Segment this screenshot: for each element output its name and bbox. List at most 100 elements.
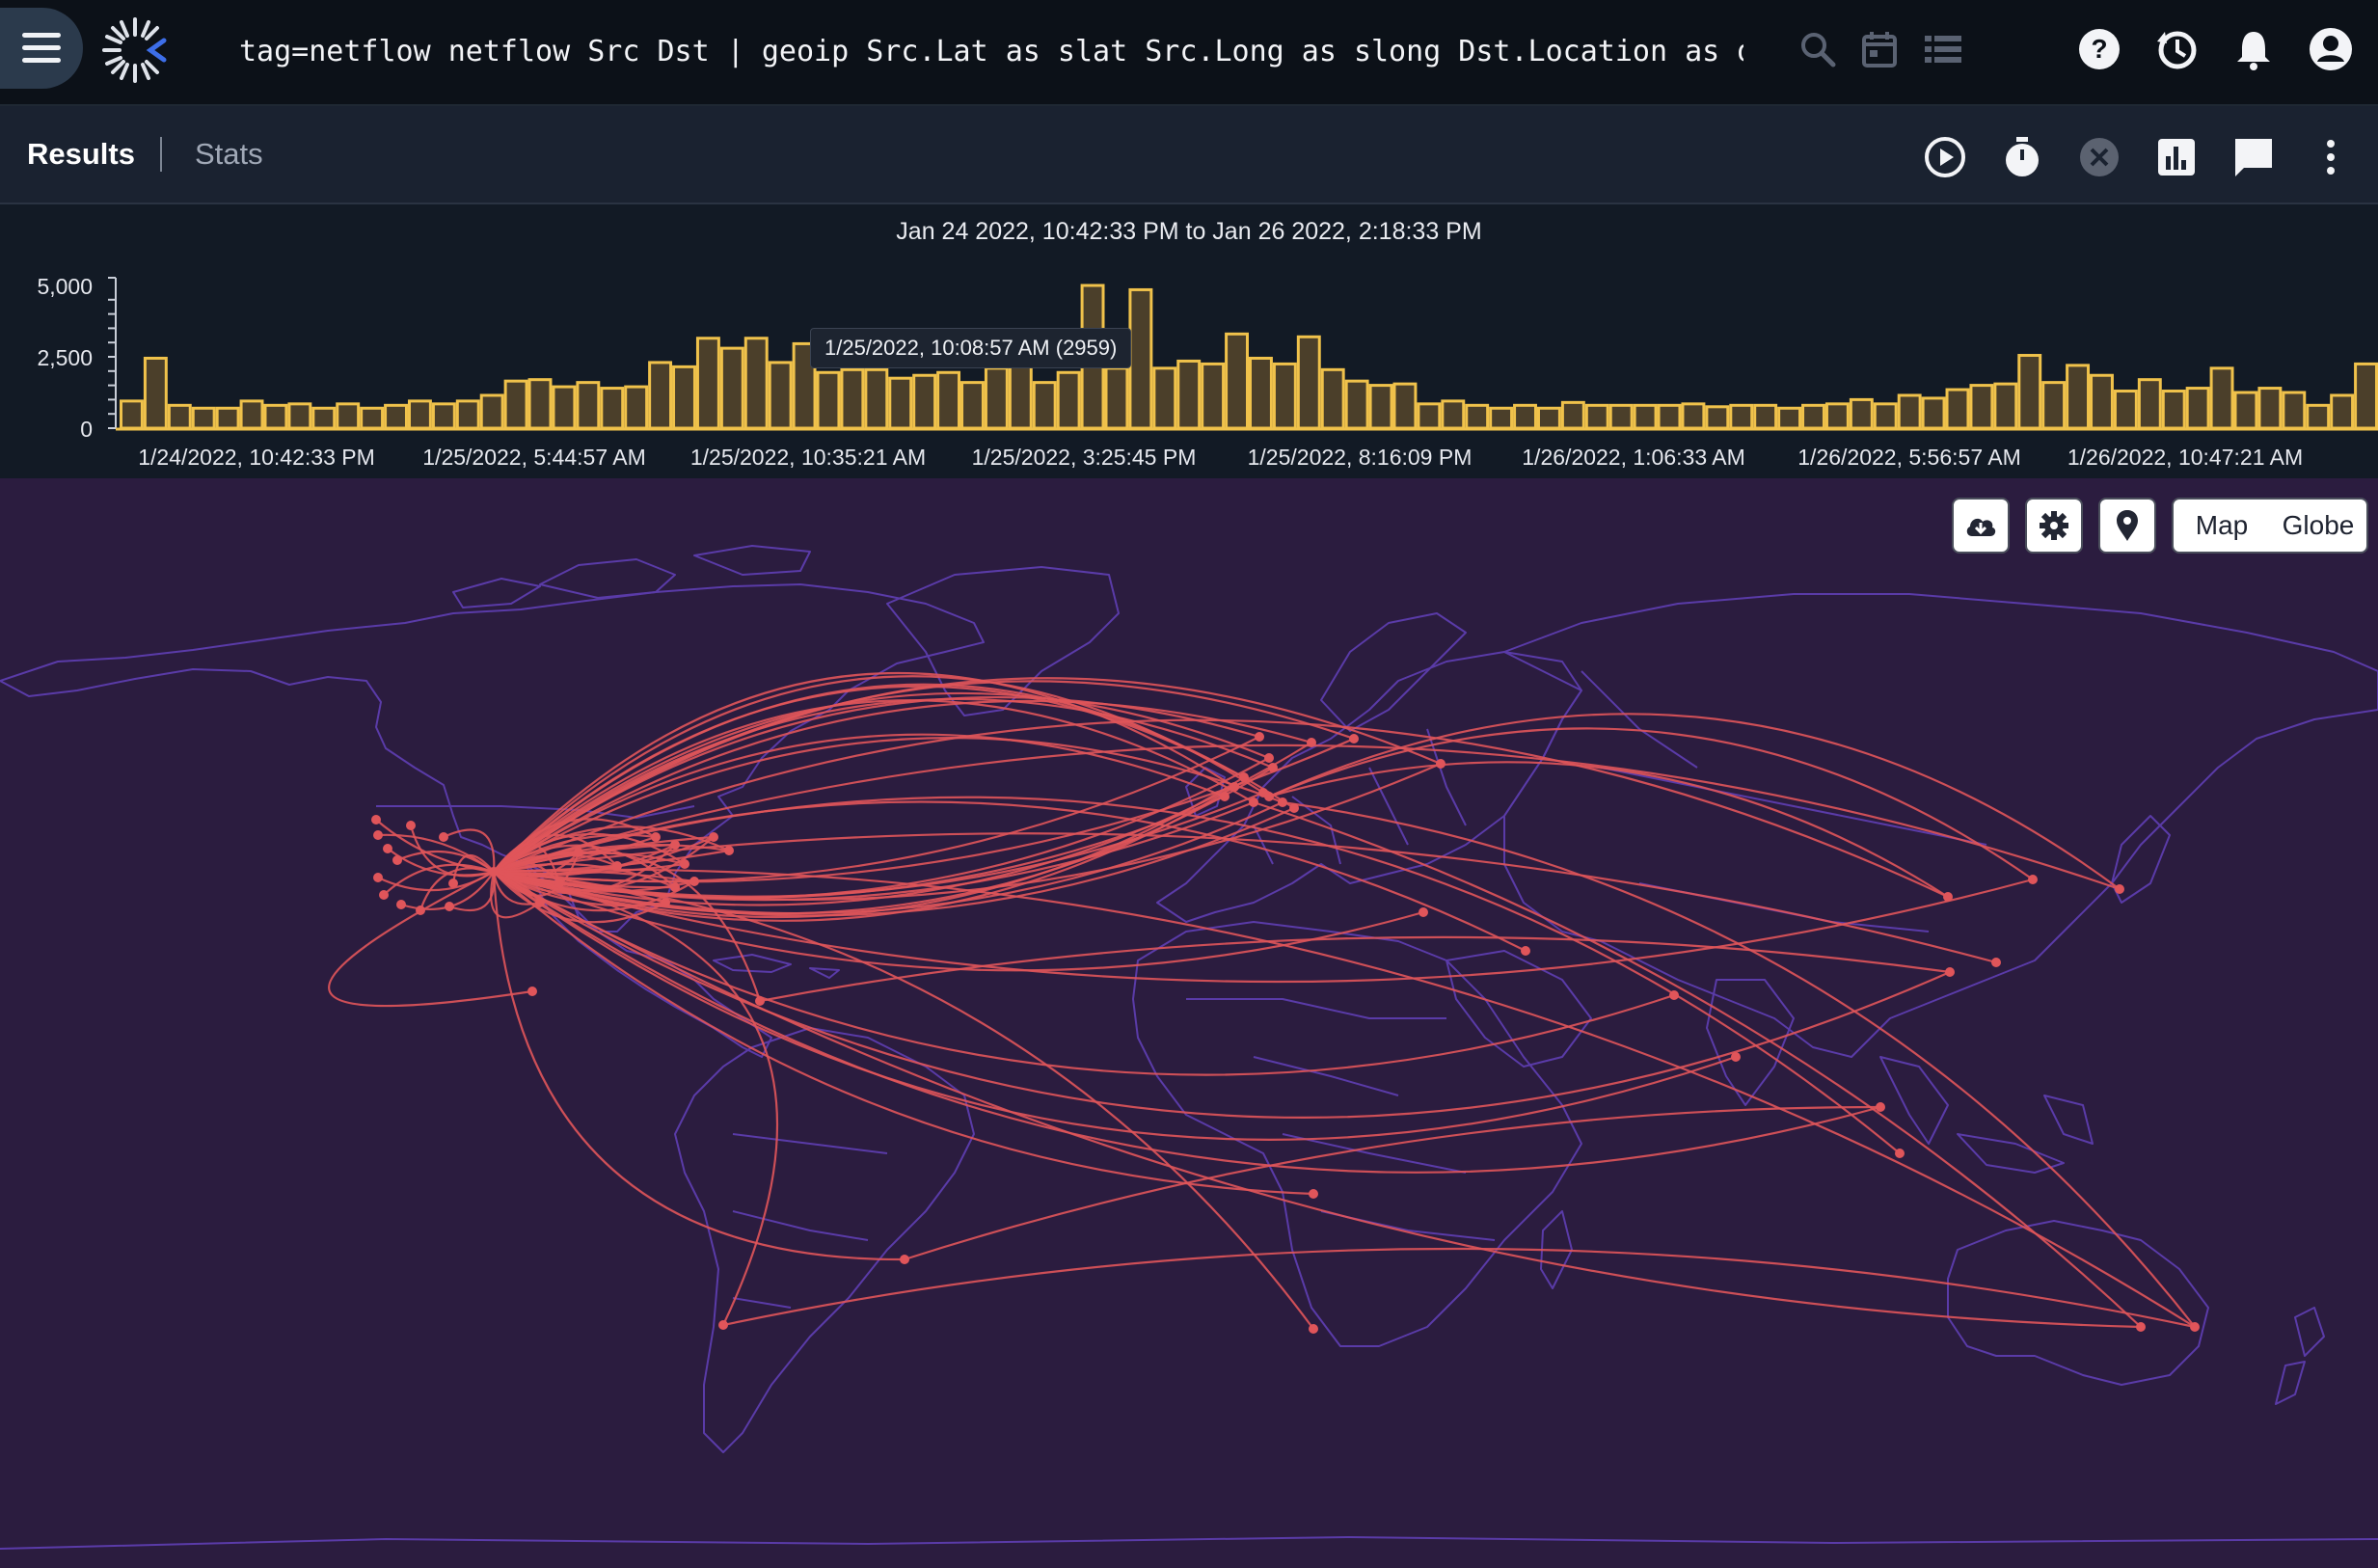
flow-endpoint[interactable] xyxy=(900,1255,909,1264)
flow-endpoint[interactable] xyxy=(383,844,392,853)
flow-endpoint[interactable] xyxy=(392,855,402,865)
histogram-bar[interactable] xyxy=(2017,354,2042,430)
flow-endpoint[interactable] xyxy=(1278,798,1287,807)
histogram-bar[interactable] xyxy=(1225,332,1249,430)
flow-endpoint[interactable] xyxy=(1895,1149,1905,1158)
histogram-bar[interactable] xyxy=(1729,403,1754,430)
histogram-bar[interactable] xyxy=(743,337,769,430)
search-query[interactable]: tag=netflow netflow Src Dst | geoip Src.… xyxy=(239,29,1743,75)
histogram-bar[interactable] xyxy=(431,402,456,430)
comment-icon[interactable] xyxy=(2229,133,2278,181)
histogram-bar[interactable] xyxy=(2209,366,2234,430)
histogram-bar[interactable] xyxy=(1344,379,1369,430)
histogram-bar[interactable] xyxy=(239,399,264,430)
histogram-bar[interactable] xyxy=(1441,399,1466,430)
world-map[interactable] xyxy=(0,478,2378,1568)
histogram-bar[interactable] xyxy=(1368,384,1393,430)
flow-endpoint[interactable] xyxy=(689,877,699,886)
flow-endpoint[interactable] xyxy=(718,1320,728,1330)
flow-endpoint[interactable] xyxy=(1289,803,1299,813)
histogram-bar[interactable] xyxy=(984,366,1009,430)
play-icon[interactable] xyxy=(1921,133,1969,181)
histogram-bar[interactable] xyxy=(1945,388,1970,430)
histogram-bar[interactable] xyxy=(1753,403,1778,430)
flow-endpoint[interactable] xyxy=(1991,958,2001,967)
flow-endpoint[interactable] xyxy=(448,879,458,888)
histogram-bar[interactable] xyxy=(936,370,961,430)
flow-endpoint[interactable] xyxy=(2028,875,2038,884)
histogram-bar[interactable] xyxy=(1249,356,1273,430)
flow-endpoint[interactable] xyxy=(1669,990,1679,1000)
histogram-bar[interactable] xyxy=(1801,403,1825,430)
flow-endpoint[interactable] xyxy=(1239,772,1249,782)
histogram-bar[interactable] xyxy=(1993,382,2018,430)
flow-endpoint[interactable] xyxy=(1349,734,1359,743)
flow-endpoint[interactable] xyxy=(373,873,383,882)
histogram-bar[interactable] xyxy=(2066,364,2091,430)
histogram-bar[interactable] xyxy=(1681,402,1706,430)
histogram-bar[interactable] xyxy=(912,373,937,430)
flow-endpoint[interactable] xyxy=(489,867,499,877)
histogram-bar[interactable] xyxy=(1633,403,1658,430)
flow-endpoint[interactable] xyxy=(1264,753,1274,763)
histogram-bar[interactable] xyxy=(672,365,696,430)
histogram-bar[interactable] xyxy=(360,406,385,430)
flow-endpoint[interactable] xyxy=(1731,1052,1741,1062)
histogram-bar[interactable] xyxy=(2185,387,2210,430)
histogram-bar[interactable] xyxy=(143,356,168,430)
histogram-bar[interactable] xyxy=(1152,366,1177,430)
flow-endpoint[interactable] xyxy=(670,882,680,892)
history-icon[interactable] xyxy=(2152,25,2201,73)
histogram-bar[interactable] xyxy=(311,406,337,430)
settings-button[interactable] xyxy=(2025,498,2083,554)
histogram-bar[interactable] xyxy=(2282,391,2307,430)
flow-endpoint[interactable] xyxy=(535,898,545,907)
histogram-chart[interactable]: 5,000 2,500 0 1/24/2022, 10:42:33 PM 1/25/20… xyxy=(0,204,2378,478)
histogram-bar[interactable] xyxy=(1032,381,1057,430)
histogram-bar[interactable] xyxy=(648,361,673,430)
notification-bell-icon[interactable] xyxy=(2229,25,2278,73)
flow-endpoint[interactable] xyxy=(755,996,765,1006)
flow-endpoint[interactable] xyxy=(1307,738,1316,747)
flow-endpoint[interactable] xyxy=(371,815,381,825)
app-logo[interactable] xyxy=(100,15,170,85)
histogram-bar[interactable] xyxy=(1560,400,1585,430)
histogram-bar[interactable] xyxy=(888,376,913,430)
histogram-bar[interactable] xyxy=(1536,406,1561,430)
flow-endpoint[interactable] xyxy=(1309,1189,1318,1199)
flow-endpoint[interactable] xyxy=(416,906,425,915)
calendar-icon[interactable] xyxy=(1855,25,1904,73)
flow-endpoint[interactable] xyxy=(554,879,564,888)
histogram-bar[interactable] xyxy=(503,379,528,430)
histogram-bar[interactable] xyxy=(1201,362,1226,430)
histogram-bar[interactable] xyxy=(263,403,288,430)
histogram-bar[interactable] xyxy=(1465,403,1490,430)
histogram-bar[interactable] xyxy=(2330,393,2355,430)
histogram-bar[interactable] xyxy=(1777,406,1802,430)
histogram-bar[interactable] xyxy=(1296,335,1321,430)
histogram-bar[interactable] xyxy=(1056,370,1081,430)
histogram-bar[interactable] xyxy=(1176,359,1202,430)
flow-endpoint[interactable] xyxy=(680,859,689,869)
help-icon[interactable]: ? xyxy=(2075,25,2123,73)
histogram-bar[interactable] xyxy=(840,367,865,430)
flow-endpoint[interactable] xyxy=(406,821,416,830)
flow-endpoint[interactable] xyxy=(1419,907,1428,917)
flow-endpoint[interactable] xyxy=(574,848,583,857)
flow-endpoint[interactable] xyxy=(527,987,537,996)
histogram-bar[interactable] xyxy=(2041,381,2067,430)
histogram-bar[interactable] xyxy=(552,385,577,430)
histogram-bar[interactable] xyxy=(816,370,841,430)
flow-map[interactable]: Map Globe xyxy=(0,478,2378,1568)
histogram-bar[interactable] xyxy=(2354,362,2378,430)
histogram-bar[interactable] xyxy=(1921,396,1946,430)
histogram-bar[interactable] xyxy=(695,337,720,430)
menu-button[interactable] xyxy=(0,8,83,89)
histogram-bar[interactable] xyxy=(624,385,649,430)
histogram-bar[interactable] xyxy=(455,399,480,430)
histogram-bar[interactable] xyxy=(576,381,601,430)
flow-endpoint[interactable] xyxy=(709,832,718,842)
bar-chart-icon[interactable] xyxy=(2152,133,2201,181)
timer-icon[interactable] xyxy=(1998,133,2046,181)
download-button[interactable] xyxy=(1952,498,2010,554)
